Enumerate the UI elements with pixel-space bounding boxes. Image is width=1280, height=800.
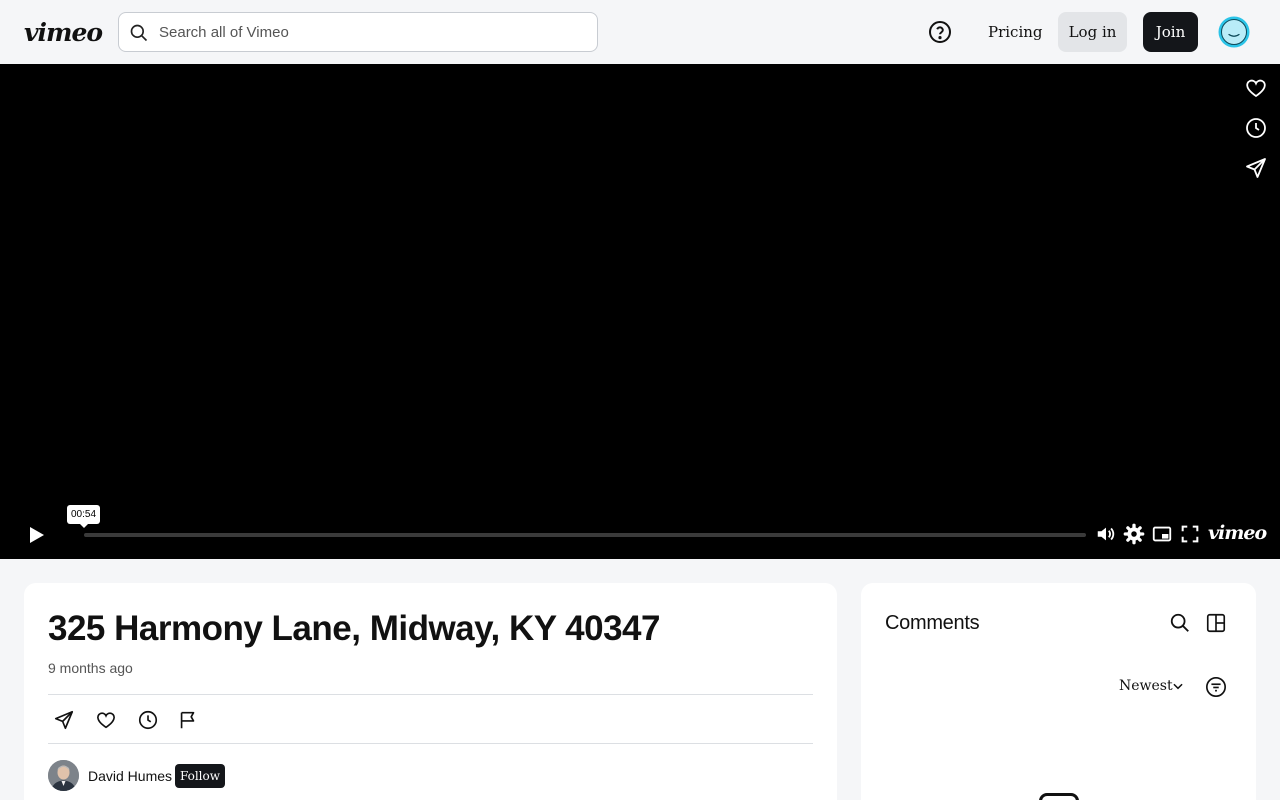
filter-icon[interactable] xyxy=(1205,676,1227,698)
fullscreen-icon[interactable] xyxy=(1179,523,1201,545)
watch-later-clock-icon[interactable] xyxy=(137,709,159,731)
author-name[interactable]: David Humes xyxy=(88,768,172,784)
divider xyxy=(48,743,813,744)
settings-gear-icon[interactable] xyxy=(1123,523,1145,545)
empty-comments-illustration xyxy=(1039,793,1079,800)
video-title: 325 Harmony Lane, Midway, KY 40347 xyxy=(48,609,661,648)
like-heart-icon[interactable] xyxy=(95,709,117,731)
author-avatar[interactable] xyxy=(48,760,79,791)
share-send-icon[interactable] xyxy=(1244,156,1268,180)
share-send-icon[interactable] xyxy=(53,709,75,731)
search-bar[interactable]: Search all of Vimeo xyxy=(118,12,598,52)
hover-time-tooltip: 00:54 xyxy=(67,505,100,528)
volume-icon[interactable] xyxy=(1095,523,1117,545)
author-portrait-icon xyxy=(48,760,79,791)
pricing-link[interactable]: Pricing xyxy=(980,20,1051,44)
help-icon[interactable] xyxy=(928,20,952,44)
login-button[interactable]: Log in xyxy=(1058,12,1127,52)
watch-later-clock-icon[interactable] xyxy=(1244,116,1268,140)
vimeo-player-logo[interactable]: vimeo xyxy=(1208,522,1267,544)
top-navigation: vimeo Search all of Vimeo Pricing Log in… xyxy=(0,0,1280,64)
video-player[interactable]: 00:54 vimeo xyxy=(0,64,1280,559)
join-button[interactable]: Join xyxy=(1143,12,1198,52)
video-info-card: 325 Harmony Lane, Midway, KY 40347 9 mon… xyxy=(24,583,837,800)
panel-layout-icon[interactable] xyxy=(1205,612,1227,634)
search-icon[interactable] xyxy=(1169,612,1191,634)
follow-button[interactable]: Follow xyxy=(175,764,225,788)
comments-panel: Comments Newest xyxy=(861,583,1256,800)
search-icon xyxy=(130,24,148,42)
upload-age: 9 months ago xyxy=(48,660,133,676)
comments-title: Comments xyxy=(885,612,980,634)
progress-bar[interactable] xyxy=(84,533,1086,537)
report-flag-icon[interactable] xyxy=(177,709,199,731)
search-input[interactable]: Search all of Vimeo xyxy=(159,24,289,41)
comments-sort-dropdown[interactable]: Newest xyxy=(1119,678,1173,694)
chevron-down-icon[interactable] xyxy=(1171,679,1185,693)
play-icon[interactable] xyxy=(24,523,48,547)
divider xyxy=(48,694,813,695)
user-avatar-icon[interactable] xyxy=(1218,16,1250,48)
picture-in-picture-icon[interactable] xyxy=(1151,523,1173,545)
like-heart-icon[interactable] xyxy=(1244,76,1268,100)
vimeo-logo[interactable]: vimeo xyxy=(24,18,103,47)
